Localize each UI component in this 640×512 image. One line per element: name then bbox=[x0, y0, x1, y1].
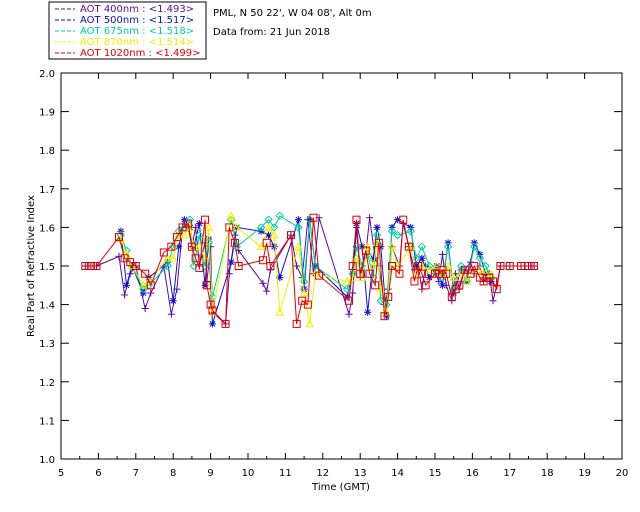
y-axis-label: Real Part of Refractive Index bbox=[26, 195, 37, 337]
x-tick-label: 11 bbox=[279, 468, 292, 479]
date-info: Data from: 21 Jun 2018 bbox=[213, 27, 330, 38]
x-tick-label: 10 bbox=[242, 468, 255, 479]
x-tick-label: 9 bbox=[207, 468, 213, 479]
data-point bbox=[373, 223, 381, 231]
x-axis-label: Time (GMT) bbox=[311, 482, 370, 493]
chart-background bbox=[0, 0, 640, 512]
x-tick-label: 20 bbox=[616, 468, 629, 479]
x-tick-label: 16 bbox=[466, 468, 479, 479]
y-tick-label: 1.7 bbox=[39, 185, 55, 196]
y-tick-label: 1.2 bbox=[39, 378, 55, 389]
x-tick-label: 15 bbox=[429, 468, 442, 479]
legend: AOT 400nm : <1.493>AOT 500nm : <1.517>AO… bbox=[48, 1, 207, 60]
x-tick-label: 7 bbox=[133, 468, 139, 479]
x-tick-label: 19 bbox=[578, 468, 591, 479]
x-tick-label: 12 bbox=[316, 468, 329, 479]
x-tick-label: 5 bbox=[58, 468, 64, 479]
y-tick-label: 1.0 bbox=[39, 455, 55, 466]
legend-label: AOT 1020nm : <1.499> bbox=[80, 48, 200, 59]
y-tick-label: 1.8 bbox=[39, 146, 55, 157]
data-point bbox=[227, 258, 235, 266]
legend-label: AOT 675nm : <1.518> bbox=[80, 26, 194, 37]
y-tick-label: 1.6 bbox=[39, 223, 55, 234]
x-tick-label: 6 bbox=[95, 468, 101, 479]
x-tick-label: 14 bbox=[391, 468, 404, 479]
y-tick-label: 2.0 bbox=[39, 69, 55, 80]
x-tick-label: 8 bbox=[170, 468, 176, 479]
y-tick-label: 1.9 bbox=[39, 108, 55, 119]
site-info: PML, N 50 22', W 04 08', Alt 0m bbox=[213, 8, 372, 19]
legend-label: AOT 870nm : <1.514> bbox=[80, 37, 194, 48]
data-point bbox=[208, 320, 216, 328]
y-tick-label: 1.1 bbox=[39, 416, 55, 427]
y-tick-label: 1.4 bbox=[39, 301, 55, 312]
data-point bbox=[122, 281, 130, 289]
refractive-index-chart: AOT 400nm : <1.493>AOT 500nm : <1.517>AO… bbox=[0, 0, 640, 512]
x-tick-label: 18 bbox=[541, 468, 554, 479]
data-point bbox=[169, 297, 177, 305]
x-tick-label: 17 bbox=[503, 468, 516, 479]
y-tick-label: 1.3 bbox=[39, 339, 55, 350]
data-point bbox=[364, 308, 372, 316]
legend-label: AOT 400nm : <1.493> bbox=[80, 4, 194, 15]
data-point bbox=[294, 216, 302, 224]
data-point bbox=[438, 281, 446, 289]
x-tick-label: 13 bbox=[354, 468, 367, 479]
legend-label: AOT 500nm : <1.517> bbox=[80, 15, 194, 26]
data-point bbox=[270, 243, 278, 251]
y-tick-label: 1.5 bbox=[39, 262, 55, 273]
